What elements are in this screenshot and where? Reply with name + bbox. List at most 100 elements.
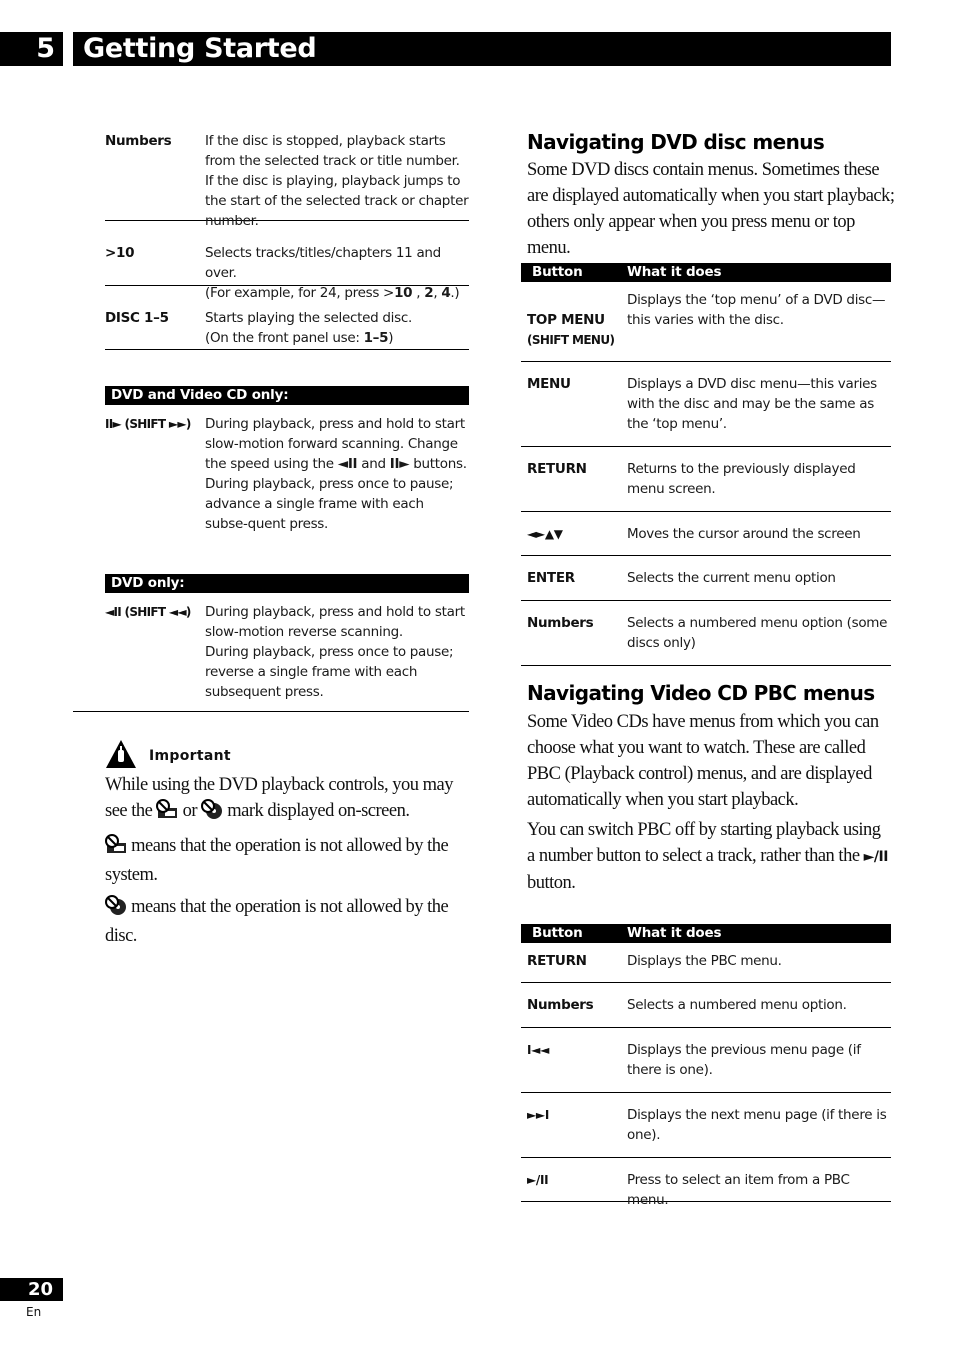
chapter-number: 5 [0,32,63,66]
table-row: RETURN Displays the PBC menu. [521,943,891,983]
dvd-menu-buttons-table: Button What it does TOP MENU (SHIFT MENU) … [521,263,891,666]
table-row: Numbers Selects a numbered menu option (… [521,601,891,666]
key-label: TOP MENU (SHIFT MENU) [527,310,627,361]
bold-text: 2 [424,285,434,301]
table-row: II► (SHIFT ►►) During playback, press an… [105,405,469,534]
key-description: Starts playing the selected disc. (On th… [205,308,469,349]
key-label: MENU [527,376,571,392]
text: (On the front panel use: [205,330,364,346]
key-label: ►►I [527,1108,550,1122]
key-label: I◄◄ [527,1043,550,1057]
key-label: RETURN [527,461,587,477]
key-description: Moves the cursor around the screen [627,526,861,542]
key-sub-text: (SHIFT MENU) [527,333,615,347]
column-header-button: Button [532,264,583,280]
important-note: Important While using the DVD playback c… [105,740,475,955]
key-description: Press to select an item from a PBC menu. [627,1172,850,1208]
warning-hand-icon [105,739,137,773]
table-header: Button What it does [521,924,891,943]
key-description: Displays a DVD disc menu—this varies wit… [627,376,877,432]
table-row: Numbers Selects a numbered menu option. [521,983,891,1028]
text: ) [388,330,394,346]
language-code: En [26,1305,42,1319]
table-row: ◄II (SHIFT ◄◄) During playback, press an… [105,593,469,702]
key-label: ◄II (SHIFT ◄◄) [105,605,191,619]
key-description: Returns to the previously displayed menu… [627,461,856,497]
key-description: Selects tracks/titles/chapters 11 and ov… [205,243,469,301]
key-label: Numbers [527,615,594,631]
play-pause-symbol: ►/II [863,849,889,865]
bold-text: II► [389,456,410,472]
text: (For example, for 24, press > [205,285,395,301]
key-label: Numbers [105,133,172,149]
key-description: Selects the current menu option [627,570,836,586]
key-label: Numbers [527,997,594,1013]
text: mark displayed on-screen. [227,801,410,821]
pbc-intro-2: You can switch PBC off by starting playb… [527,817,889,896]
column-header-what: What it does [627,264,722,280]
key-description: Displays the previous menu page (if ther… [627,1042,861,1078]
desc-line: During playback, press and hold to start… [205,604,465,640]
bold-text: ◄II [337,456,358,472]
table-row: Numbers If the disc is stopped, playback… [105,128,469,229]
dvd-menus-intro: Some DVD discs contain menus. Sometimes … [527,160,895,258]
section-title-dvd-menus: Navigating DVD disc menus [527,130,825,154]
section-heading: DVD and Video CD only: [105,386,469,405]
important-paragraph: While using the DVD playback controls, y… [105,772,475,827]
section-heading: DVD only: [105,574,469,593]
important-paragraph: means that the operation is not allowed … [105,833,475,888]
dvd-vcd-section: DVD and Video CD only: II► (SHIFT ►►) Du… [105,386,469,534]
important-label: Important [149,748,231,764]
dvd-only-section: DVD only: ◄II (SHIFT ◄◄) During playback… [105,574,469,702]
system-prohibited-icon [156,799,178,827]
text: button. [527,873,576,893]
pbc-intro-1: Some Video CDs have menus from which you… [527,712,879,810]
desc-line: Starts playing the selected disc. [205,310,412,326]
key-description: Displays the ‘top menu’ of a DVD disc—th… [627,292,886,328]
disc-prohibited-icon [105,895,127,923]
text: , [412,285,425,301]
key-description: Displays the PBC menu. [627,953,782,969]
table-row: RETURN Returns to the previously display… [521,447,891,512]
divider [73,711,469,712]
playback-keys-table: Numbers If the disc is stopped, playback… [105,128,469,350]
desc-line: (On the front panel use: 1–5) [205,328,469,348]
desc-line: Selects tracks/titles/chapters 11 and ov… [205,245,441,281]
important-paragraph: means that the operation is not allowed … [105,894,475,949]
table-row: ►/II Press to select an item from a PBC … [521,1158,891,1208]
column-header-button: Button [532,925,583,941]
key-description: Displays the next menu page (if there is… [627,1107,887,1143]
system-prohibited-icon [105,834,127,862]
bold-text: 1–5 [363,330,389,346]
key-label: II► (SHIFT ►►) [105,417,191,431]
key-label: ENTER [527,570,575,586]
key-text: TOP MENU [527,312,605,328]
key-label: >10 [105,245,135,261]
text: .) [450,285,460,301]
key-label: DISC 1–5 [105,310,169,326]
pbc-menu-buttons-table: Button What it does RETURN Displays the P… [521,924,891,1208]
column-header-what: What it does [627,925,722,941]
table-row: TOP MENU (SHIFT MENU) Displays the ‘top m… [521,282,891,362]
table-row: ◄►▲▼ Moves the cursor around the screen [521,512,891,556]
text: and [357,456,390,472]
text: or [182,801,198,821]
text: means that the operation is not allowed … [105,897,449,946]
key-label: RETURN [527,953,587,969]
table-row: I◄◄ Displays the previous menu page (if … [521,1028,891,1093]
page-number: 20 [0,1278,63,1301]
desc-line: (For example, for 24, press >10 , 2, 4.) [205,283,469,303]
key-description: Selects a numbered menu option (some dis… [627,615,888,651]
disc-prohibited-icon [201,799,223,827]
key-description: Selects a numbered menu option. [627,997,847,1013]
bold-text: 10 [394,285,413,301]
table-row: MENU Displays a DVD disc menu—this varie… [521,362,891,447]
table-header: Button What it does [521,263,891,282]
table-row: >10 Selects tracks/titles/chapters 11 an… [105,221,469,301]
key-label: ◄►▲▼ [527,527,563,541]
key-description: During playback, press and hold to start… [205,414,469,534]
table-row: ►►I Displays the next menu page (if ther… [521,1093,891,1158]
desc-line: During playback, press once to pause; re… [205,644,454,700]
table-row: ENTER Selects the current menu option [521,556,891,601]
text: means that the operation is not allowed … [105,836,449,885]
